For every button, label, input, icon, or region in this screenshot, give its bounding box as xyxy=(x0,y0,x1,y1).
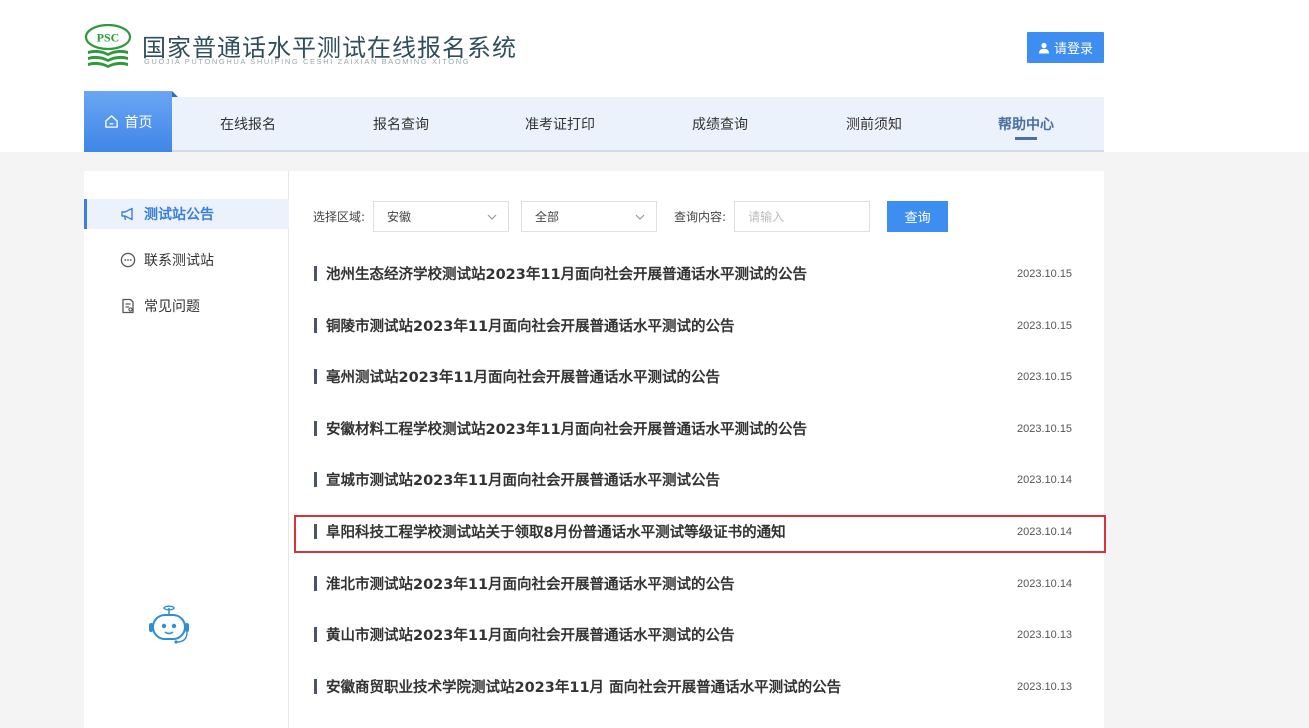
announcement-row[interactable]: 阜阳科技工程学校测试站关于领取8月份普通话水平测试等级证书的通知 2023.10… xyxy=(313,506,1083,557)
nav-item-online-registration[interactable]: 在线报名 xyxy=(188,97,308,150)
tab-fold-decoration xyxy=(172,91,178,97)
announcement-row[interactable]: 亳州测试站2023年11月面向社会开展普通话水平测试的公告 2023.10.15 xyxy=(313,351,1083,402)
nav-item-pre-test-notice[interactable]: 测前须知 xyxy=(814,97,934,150)
user-icon xyxy=(1038,42,1049,53)
announcement-date: 2023.10.15 xyxy=(1017,319,1073,332)
region-select-value: 安徽 xyxy=(387,210,412,224)
nav-item-registration-query[interactable]: 报名查询 xyxy=(340,97,462,150)
announcement-row[interactable]: 黄山市测试站2023年11月面向社会开展普通话水平测试的公告 2023.10.1… xyxy=(313,609,1083,660)
nav-item-home[interactable]: 首页 xyxy=(84,91,178,152)
site-subtitle: GUOJIA PUTONGHUA SHUIPING CESHI ZAIXIAN … xyxy=(144,57,471,66)
announcement-title: 黄山市测试站2023年11月面向社会开展普通话水平测试的公告 xyxy=(326,628,735,644)
row-marker xyxy=(314,369,317,384)
announcement-date: 2023.10.14 xyxy=(1017,473,1073,486)
row-marker xyxy=(314,421,317,436)
content-label: 查询内容: xyxy=(674,210,727,224)
row-marker xyxy=(314,576,317,591)
announcement-row[interactable]: 宣城市测试站2023年11月面向社会开展普通话水平测试公告 2023.10.14 xyxy=(313,454,1083,505)
announcement-title: 阜阳科技工程学校测试站关于领取8月份普通话水平测试等级证书的通知 xyxy=(326,525,786,541)
region-label: 选择区域: xyxy=(313,210,366,224)
announcement-date: 2023.10.13 xyxy=(1017,680,1073,693)
nav-item-admission-ticket[interactable]: 准考证打印 xyxy=(500,97,620,150)
sidebar-item-announcements[interactable]: 测试站公告 xyxy=(84,199,289,229)
announcement-row[interactable]: 安徽材料工程学校测试站2023年11月面向社会开展普通话水平测试的公告 2023… xyxy=(313,403,1083,454)
sidebar-item-faq[interactable]: 常见问题 xyxy=(84,291,289,321)
sidebar-item-label: 测试站公告 xyxy=(144,207,214,223)
chevron-down-icon xyxy=(487,214,497,220)
filter-bar: 选择区域: 安徽 全部 查询内容: 查询 xyxy=(313,201,949,232)
announcement-date: 2023.10.13 xyxy=(1017,628,1073,641)
megaphone-icon xyxy=(121,207,133,221)
nav-item-score-query[interactable]: 成绩查询 xyxy=(660,97,780,150)
announcement-row[interactable]: 池州生态经济学校测试站2023年11月面向社会开展普通话水平测试的公告 2023… xyxy=(313,248,1083,299)
psc-logo-icon: PSC xyxy=(84,24,132,68)
nav-home-label: 首页 xyxy=(124,114,153,131)
sidebar-item-label: 常见问题 xyxy=(144,299,200,315)
document-icon xyxy=(122,298,134,314)
svg-text:PSC: PSC xyxy=(97,31,120,45)
row-marker xyxy=(314,472,317,487)
announcement-title: 宣城市测试站2023年11月面向社会开展普通话水平测试公告 xyxy=(326,473,721,489)
site-logo[interactable]: PSC 国家普通话水平测试在线报名系统 GUOJIA PUTONGHUA SHU… xyxy=(84,24,534,74)
sidebar-item-label: 联系测试站 xyxy=(144,253,214,269)
announcement-title: 亳州测试站2023年11月面向社会开展普通话水平测试的公告 xyxy=(326,370,721,386)
announcement-row[interactable]: 淮北市测试站2023年11月面向社会开展普通话水平测试的公告 2023.10.1… xyxy=(313,558,1083,609)
login-button[interactable]: 请登录 xyxy=(1027,32,1104,63)
row-marker xyxy=(314,266,317,281)
row-marker xyxy=(314,524,317,539)
robot-assistant-icon[interactable] xyxy=(144,605,194,647)
main-nav: 首页 在线报名 报名查询 准考证打印 成绩查询 测前须知 帮助中心 xyxy=(84,91,1104,152)
login-label: 请登录 xyxy=(1053,42,1093,57)
row-marker xyxy=(314,679,317,694)
announcement-title: 铜陵市测试站2023年11月面向社会开展普通话水平测试的公告 xyxy=(326,319,735,335)
announcement-date: 2023.10.14 xyxy=(1017,525,1073,538)
announcement-row[interactable]: 铜陵市测试站2023年11月面向社会开展普通话水平测试的公告 2023.10.1… xyxy=(313,300,1083,351)
category-select-value: 全部 xyxy=(535,210,560,224)
search-input[interactable] xyxy=(734,201,871,232)
announcement-date: 2023.10.15 xyxy=(1017,422,1073,435)
category-select[interactable]: 全部 xyxy=(521,201,658,232)
search-button[interactable]: 查询 xyxy=(887,201,949,232)
sidebar: 测试站公告 联系测试站 常见问题 xyxy=(84,171,289,728)
chevron-down-icon xyxy=(635,214,645,220)
announcement-date: 2023.10.15 xyxy=(1017,370,1073,383)
sidebar-item-contact[interactable]: 联系测试站 xyxy=(84,245,289,275)
announcement-date: 2023.10.14 xyxy=(1017,577,1073,590)
home-icon xyxy=(104,115,118,128)
row-marker xyxy=(314,627,317,642)
announcement-title: 安徽材料工程学校测试站2023年11月面向社会开展普通话水平测试的公告 xyxy=(326,422,808,438)
row-marker xyxy=(314,318,317,333)
content-panel: 测试站公告 联系测试站 常见问题 选择区域: 安徽 全部 查询内容: 请输入 查… xyxy=(84,171,1104,728)
region-select[interactable]: 安徽 xyxy=(373,201,510,232)
nav-item-help-center[interactable]: 帮助中心 xyxy=(966,97,1086,150)
announcement-title: 池州生态经济学校测试站2023年11月面向社会开展普通话水平测试的公告 xyxy=(326,267,808,283)
announcement-row[interactable]: 安徽商贸职业技术学院测试站2023年11月 面向社会开展普通话水平测试的公告 2… xyxy=(313,661,1083,712)
announcement-title: 安徽商贸职业技术学院测试站2023年11月 面向社会开展普通话水平测试的公告 xyxy=(326,680,842,696)
announcement-title: 淮北市测试站2023年11月面向社会开展普通话水平测试的公告 xyxy=(326,577,735,593)
chat-bubble-icon xyxy=(120,252,136,268)
announcement-date: 2023.10.15 xyxy=(1017,267,1073,280)
